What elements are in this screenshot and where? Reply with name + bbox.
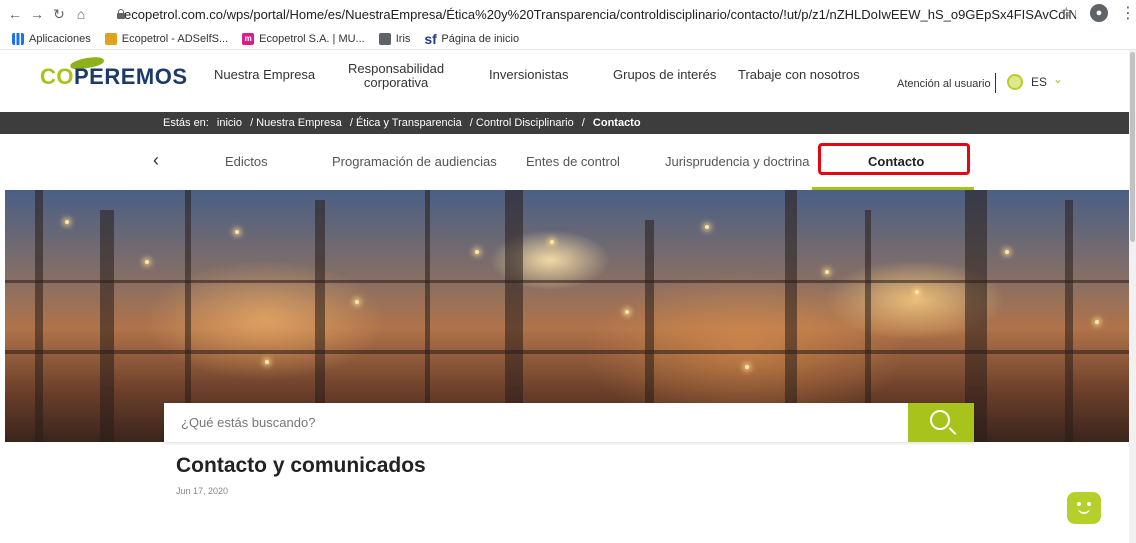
language-selector[interactable]: ES xyxy=(1031,75,1047,89)
home-icon[interactable]: ⌂ xyxy=(70,3,92,25)
browser-toolbar: ← → ↻ ⌂ ecopetrol.com.co/wps/portal/Home… xyxy=(0,0,1136,28)
profile-avatar-icon[interactable]: ● xyxy=(1090,4,1108,22)
bookmark-star-icon[interactable]: ☆ xyxy=(1060,4,1073,21)
reload-icon[interactable]: ↻ xyxy=(48,3,70,25)
globe-icon[interactable] xyxy=(1007,74,1023,90)
scrollbar-thumb[interactable] xyxy=(1130,52,1135,242)
tab-programacion-audiencias[interactable]: Programación de audiencias xyxy=(332,154,497,169)
address-bar[interactable]: ecopetrol.com.co/wps/portal/Home/es/Nues… xyxy=(116,3,1076,25)
tab-edictos[interactable]: Edictos xyxy=(225,154,268,169)
sf-icon: sf xyxy=(424,30,437,47)
divider xyxy=(995,73,996,93)
breadcrumb-separator: / xyxy=(581,117,585,129)
site-search xyxy=(164,403,974,442)
breadcrumb-item[interactable]: / Ética y Transparencia xyxy=(350,117,462,129)
breadcrumb-prefix: Estás en: xyxy=(163,117,209,129)
nav-inversionistas[interactable]: Inversionistas xyxy=(489,68,568,82)
search-icon xyxy=(930,410,950,430)
nav-trabaje-con-nosotros[interactable]: Trabaje con nosotros xyxy=(738,68,860,82)
attention-link[interactable]: Atención al usuario xyxy=(897,78,991,90)
site-header: COPEREMOS Nuestra Empresa Responsabilida… xyxy=(0,50,1136,112)
back-arrow-icon[interactable]: ← xyxy=(4,3,26,25)
nav-responsabilidad[interactable]: Responsabilidad corporativa xyxy=(348,62,444,90)
bookmark-apps[interactable]: Aplicaciones xyxy=(12,32,91,45)
bookmark-pagina-inicio[interactable]: sf Página de inicio xyxy=(424,30,519,47)
tab-jurisprudencia[interactable]: Jurisprudencia y doctrina xyxy=(665,154,810,169)
highlight-annotation xyxy=(818,143,970,175)
chevron-left-icon[interactable]: ‹ xyxy=(153,150,159,171)
breadcrumb-item[interactable]: / Control Disciplinario xyxy=(470,117,574,129)
chatbot-icon[interactable] xyxy=(1067,492,1101,524)
nav-grupos-de-interes[interactable]: Grupos de interés xyxy=(613,68,716,82)
publish-date: Jun 17, 2020 xyxy=(176,486,229,496)
mu-icon: m xyxy=(242,32,255,45)
bookmarks-bar: Aplicaciones Ecopetrol - ADSelfS... m Eco… xyxy=(0,28,1136,50)
bookmark-ecopetrol-mu[interactable]: m Ecopetrol S.A. | MU... xyxy=(242,32,365,45)
breadcrumb: Estás en: inicio / Nuestra Empresa / Éti… xyxy=(0,112,1136,134)
nav-nuestra-empresa[interactable]: Nuestra Empresa xyxy=(214,68,315,82)
subtabs-bar: ‹ Edictos Programación de audiencias Ent… xyxy=(0,134,1136,190)
browser-menu-icon[interactable]: ⋮ xyxy=(1120,3,1136,23)
bookmark-ecopetrol-adselfs[interactable]: Ecopetrol - ADSelfS... xyxy=(104,32,228,45)
breadcrumb-current: Contacto xyxy=(592,117,641,129)
breadcrumb-item[interactable]: inicio xyxy=(217,117,242,129)
url-text: ecopetrol.com.co/wps/portal/Home/es/Nues… xyxy=(124,6,1076,22)
search-button[interactable] xyxy=(908,403,974,442)
page-title: Contacto y comunicados xyxy=(176,454,426,477)
site-logo[interactable]: COPEREMOS xyxy=(40,64,188,90)
tab-entes-de-control[interactable]: Entes de control xyxy=(526,154,620,169)
forward-arrow-icon[interactable]: → xyxy=(26,3,48,25)
ecopetrol-icon xyxy=(104,32,117,45)
globe-icon xyxy=(378,32,391,45)
bookmark-iris[interactable]: Iris xyxy=(378,32,410,45)
chevron-down-icon[interactable]: ⌄ xyxy=(1053,72,1063,86)
apps-icon xyxy=(12,32,24,45)
search-input[interactable] xyxy=(164,403,908,442)
breadcrumb-item[interactable]: / Nuestra Empresa xyxy=(250,117,342,129)
